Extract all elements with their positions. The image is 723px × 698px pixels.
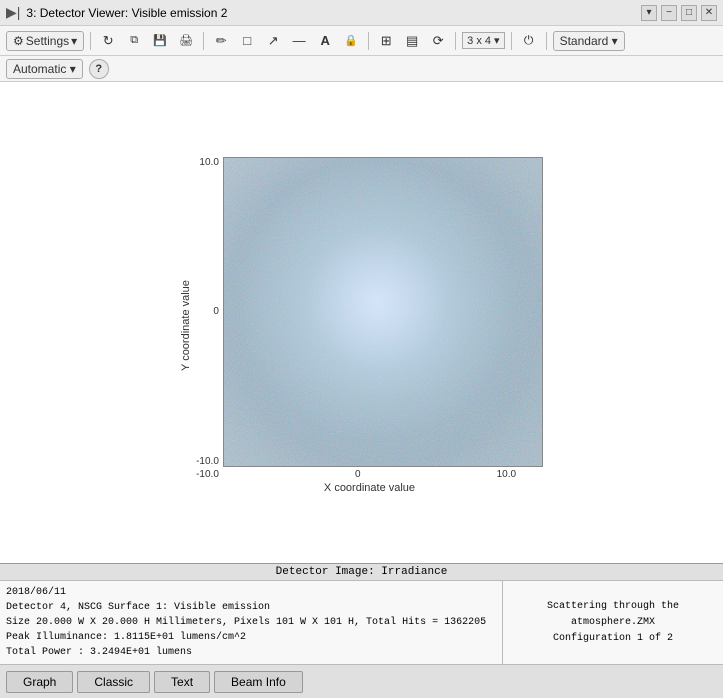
info-panel-body: 2018/06/11 Detector 4, NSCG Surface 1: V… (0, 581, 723, 664)
x-axis-label: X coordinate value (196, 482, 543, 494)
info-line-5: Total Power : 3.2494E+01 lumens (6, 645, 496, 660)
maximize-btn[interactable]: □ (681, 5, 697, 21)
dash-button[interactable]: — (288, 30, 310, 52)
arrow-button[interactable]: ↗ (262, 30, 284, 52)
dropdown-btn[interactable]: ▾ (641, 5, 657, 21)
rotate-icon: ⟳ (433, 33, 444, 49)
lock-button[interactable]: 🔒 (340, 30, 362, 52)
info-panel-header: Detector Image: Irradiance (0, 564, 723, 581)
y-tick-labels: 10.0 0 -10.0 (196, 157, 219, 467)
separator-5 (511, 32, 512, 50)
standard-dropdown[interactable]: Standard ▾ (553, 31, 625, 51)
title-bar-left: ▶| 3: Detector Viewer: Visible emission … (6, 4, 227, 21)
separator-3 (368, 32, 369, 50)
settings-label: Settings (26, 34, 69, 48)
rectangle-button[interactable]: □ (236, 30, 258, 52)
y-tick-mid: 0 (213, 306, 219, 317)
save-icon: 💾 (153, 34, 167, 47)
info-line-1: 2018/06/11 (6, 585, 496, 600)
separator-4 (455, 32, 456, 50)
print-icon: 🖨 (179, 34, 193, 47)
arrow-icon: ↗ (268, 33, 279, 49)
plot-with-y-ticks: 10.0 0 -10.0 (196, 157, 543, 467)
info-line-2: Detector 4, NSCG Surface 1: Visible emis… (6, 600, 496, 615)
y-tick-top: 10.0 (199, 157, 218, 168)
x-tick-left: -10.0 (196, 469, 219, 480)
dash-icon: — (293, 33, 306, 48)
tab-text[interactable]: Text (154, 671, 210, 693)
lock-icon: 🔒 (344, 34, 358, 47)
info-line-3: Size 20.000 W X 20.000 H Millimeters, Pi… (6, 615, 496, 630)
x-tick-right: 10.0 (497, 469, 516, 480)
separator-6 (546, 32, 547, 50)
title-bar: ▶| 3: Detector Viewer: Visible emission … (0, 0, 723, 26)
settings-button[interactable]: ⚙ Settings ▾ (6, 31, 84, 51)
app-icon: ▶| (6, 4, 20, 21)
power-icon: ⏻ (524, 33, 534, 48)
layers-icon: ▤ (406, 33, 418, 49)
plot-wrapper: Y coordinate value 10.0 0 -10.0 -10.0 0 … (180, 157, 543, 494)
info-panel: Detector Image: Irradiance 2018/06/11 De… (0, 563, 723, 664)
y-axis-label: Y coordinate value (180, 157, 192, 494)
tab-beam-info[interactable]: Beam Info (214, 671, 303, 693)
plot-container: Y coordinate value 10.0 0 -10.0 -10.0 0 … (0, 82, 723, 563)
info-line-4: Peak Illuminance: 1.8115E+01 lumens/cm^2 (6, 630, 496, 645)
text-button[interactable]: A (314, 30, 336, 52)
text-A-icon: A (320, 33, 329, 48)
tab-bar: Graph Classic Text Beam Info (0, 664, 723, 698)
plot-inner: 10.0 0 -10.0 -10.0 0 10.0 X coordinate v… (196, 157, 543, 494)
grid-view-button[interactable]: ⊞ (375, 30, 397, 52)
help-icon: ? (95, 63, 102, 75)
refresh-icon: ↻ (103, 33, 114, 49)
copy-icon: ⧉ (130, 34, 138, 47)
copy-button[interactable]: ⧉ (123, 30, 145, 52)
settings-arrow-icon: ▾ (71, 34, 77, 48)
y-tick-bot: -10.0 (196, 456, 219, 467)
pencil-icon: ✏ (216, 33, 227, 49)
rectangle-icon: □ (243, 33, 251, 48)
info-left-panel: 2018/06/11 Detector 4, NSCG Surface 1: V… (0, 581, 503, 664)
separator-1 (90, 32, 91, 50)
main-toolbar: ⚙ Settings ▾ ↻ ⧉ 💾 🖨 ✏ □ ↗ — A 🔒 ⊞ ▤ ⟳ (0, 26, 723, 56)
close-btn[interactable]: ✕ (701, 5, 717, 21)
x-tick-labels: -10.0 0 10.0 (196, 469, 516, 480)
automatic-label: Automatic ▾ (13, 62, 76, 76)
help-button[interactable]: ? (89, 59, 109, 79)
minimize-btn[interactable]: − (661, 5, 677, 21)
main-content: Y coordinate value 10.0 0 -10.0 -10.0 0 … (0, 82, 723, 664)
info-right-panel: Scattering through the atmosphere.ZMXCon… (503, 581, 723, 664)
refresh-button[interactable]: ↻ (97, 30, 119, 52)
grid-size-label[interactable]: 3 x 4 ▾ (462, 32, 504, 49)
automatic-dropdown[interactable]: Automatic ▾ (6, 59, 83, 79)
grid-icon: ⊞ (381, 33, 392, 49)
window-controls: ▾ − □ ✕ (641, 5, 717, 21)
separator-2 (203, 32, 204, 50)
power-button[interactable]: ⏻ (518, 30, 540, 52)
secondary-toolbar: Automatic ▾ ? (0, 56, 723, 82)
layers-button[interactable]: ▤ (401, 30, 423, 52)
right-info-text: Scattering through the atmosphere.ZMXCon… (511, 599, 715, 647)
x-tick-mid: 0 (355, 469, 361, 480)
tab-graph[interactable]: Graph (6, 671, 73, 693)
rotate-button[interactable]: ⟳ (427, 30, 449, 52)
save-button[interactable]: 💾 (149, 30, 171, 52)
print-button[interactable]: 🖨 (175, 30, 197, 52)
tab-classic[interactable]: Classic (77, 671, 150, 693)
irradiance-plot (223, 157, 543, 467)
pencil-button[interactable]: ✏ (210, 30, 232, 52)
detector-image[interactable] (223, 157, 543, 467)
settings-icon: ⚙ (13, 34, 24, 48)
window-title: 3: Detector Viewer: Visible emission 2 (26, 6, 227, 20)
standard-label: Standard ▾ (560, 34, 618, 48)
